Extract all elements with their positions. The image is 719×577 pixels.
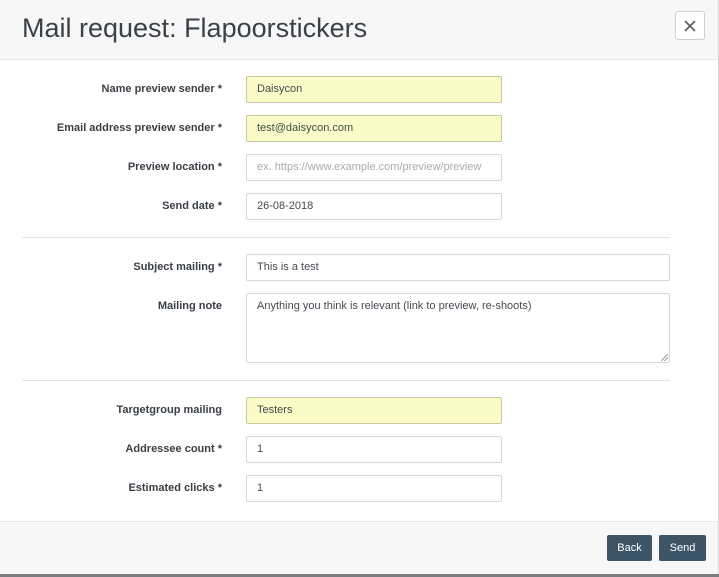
section-divider [22,237,670,238]
preview-location-input[interactable]: ex. https://www.example.com/preview/prev… [246,154,502,181]
row-preview-location: Preview location * ex. https://www.examp… [0,154,719,184]
modal-title: Mail request: Flapoorstickers [22,13,368,43]
preview-location-label: Preview location * [127,161,222,173]
estimated-clicks-input[interactable]: 1 [246,475,502,502]
email-preview-sender-input[interactable]: test@daisycon.com [246,115,502,142]
targetgroup-mailing-input[interactable]: Testers [246,397,502,424]
send-date-label: Send date * [162,200,222,212]
row-name-preview-sender: Name preview sender * Daisycon [0,76,719,106]
section-divider [22,380,670,381]
row-send-date: Send date * 26-08-2018 [0,193,719,223]
row-email-preview-sender: Email address preview sender * test@dais… [0,115,719,145]
modal-header: Mail request: Flapoorstickers [0,0,718,60]
email-preview-sender-label: Email address preview sender * [56,122,222,134]
targetgroup-mailing-label: Targetgroup mailing [116,404,222,416]
mailing-note-label: Mailing note [157,300,222,312]
close-button[interactable] [675,11,705,40]
back-button[interactable]: Back [607,535,652,561]
row-targetgroup-mailing: Targetgroup mailing Testers [0,397,719,427]
name-preview-sender-label: Name preview sender * [101,83,222,95]
mail-request-modal: Mail request: Flapoorstickers Name previ… [0,0,719,574]
addressee-count-input[interactable]: 1 [246,436,502,463]
resize-handle-icon[interactable] [661,354,668,361]
estimated-clicks-label: Estimated clicks * [128,482,222,494]
mailing-note-text: Anything you think is relevant (link to … [257,300,532,312]
send-date-input[interactable]: 26-08-2018 [246,193,502,220]
modal-footer: Back Send [0,521,718,574]
row-subject-mailing: Subject mailing * This is a test [0,254,719,284]
addressee-count-label: Addressee count * [125,443,222,455]
row-estimated-clicks: Estimated clicks * 1 [0,475,719,505]
row-mailing-note: Mailing note Anything you think is relev… [0,293,719,365]
subject-mailing-input[interactable]: This is a test [246,254,670,281]
subject-mailing-label: Subject mailing * [133,261,222,273]
mailing-note-textarea[interactable]: Anything you think is relevant (link to … [246,293,670,363]
send-button[interactable]: Send [659,535,706,561]
close-icon [684,20,696,31]
row-addressee-count: Addressee count * 1 [0,436,719,466]
name-preview-sender-input[interactable]: Daisycon [246,76,502,103]
